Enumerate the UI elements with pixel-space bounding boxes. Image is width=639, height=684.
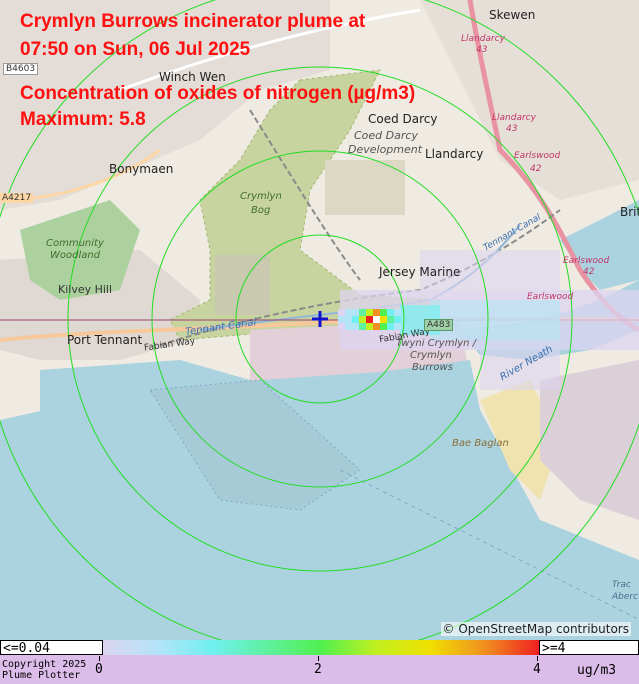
label-brit: Brit [620,205,639,219]
landfill-area [215,255,270,315]
copyright-line2: Plume Plotter [2,670,81,681]
label-twyni-crymlyn-2: Crymlyn [410,350,452,361]
label-skewen: Skewen [489,8,536,22]
plume-cell [380,323,387,330]
plume-cell [359,316,366,323]
label-community-woodland-2: Woodland [50,250,101,261]
plume-cell [338,309,345,316]
label-earlswood-3: Earlswood [563,256,610,266]
label-coed-darcy-development-2: Development [348,143,423,156]
label-bonymaen: Bonymaen [109,162,174,176]
label-num-43b: 43 [506,124,518,134]
legend-tick-mark-2 [318,656,319,661]
maximum-value: Maximum: 5.8 [20,109,146,130]
plume-cell [380,316,387,323]
label-llandarcy-43a: Llandarcy [461,34,505,44]
label-twyni-crymlyn-1: Twyni Crymlyn / [396,338,477,349]
label-crymlyn-bog-1: Crymlyn [240,191,282,202]
label-llandarcy: Llandarcy [425,147,484,161]
label-a4217: A4217 [0,193,34,203]
label-crymlyn-bog-2: Bog [251,205,271,216]
pollutant-title: Concentration of oxides of nitrogen (µg/… [20,83,416,104]
label-num-43a: 43 [476,45,488,55]
plume-cell [373,316,380,323]
copyright-notice: Copyright 2025 Plume Plotter [2,659,86,681]
plume-cell [352,309,359,316]
plume-cell [387,316,394,323]
legend-high-label: >=4 [539,640,639,656]
plume-cell [345,323,352,330]
label-num-42a: 42 [530,164,542,174]
label-port-tennant: Port Tennant [67,333,143,347]
label-coed-darcy-development-1: Coed Darcy [354,129,418,142]
plume-cells [338,309,401,330]
map-title-line1: Crymlyn Burrows incinerator plume at [20,11,366,32]
label-earlswood-2: Earlswood [514,151,561,161]
plume-cell [366,309,373,316]
plume-cell [366,323,373,330]
plume-cell [394,316,401,323]
label-num-42b: 42 [583,267,595,277]
plume-cell [373,309,380,316]
plume-cell [345,309,352,316]
label-twyni-crymlyn-3: Burrows [412,362,453,373]
plume-cell [380,309,387,316]
label-bae-baglan: Bae Baglan [452,438,509,449]
legend-tick-4: 4 [533,662,541,677]
plume-cell [387,309,394,316]
label-earlswood-1: Earlswood [527,292,574,302]
plume-cell [373,323,380,330]
label-community-woodland-1: Community [46,238,104,249]
legend-tick-mark-0 [99,656,100,661]
plume-cell [338,323,345,330]
label-trac: Trac [612,580,631,590]
label-llandarcy-43b: Llandarcy [492,113,536,123]
plume-cell [359,323,366,330]
label-b4603: B4603 [3,63,39,75]
plume-cell [387,323,394,330]
label-aberc: Aberc [612,592,639,602]
plume-cell [394,323,401,330]
coed-darcy-site [325,160,405,215]
plume-cell [366,316,373,323]
legend-units: ug/m3 [577,663,617,678]
plume-cell [352,323,359,330]
map-title-line2: 07:50 on Sun, 06 Jul 2025 [20,39,251,60]
label-a483: A483 [424,319,454,331]
legend-tick-mark-4 [537,656,538,661]
legend-low-label: <=0.04 [0,640,103,656]
osm-attribution[interactable]: © OpenStreetMap contributors [440,622,631,636]
plume-cell [394,309,401,316]
plume-cell [352,316,359,323]
legend-tick-0: 0 [95,662,103,677]
plume-cell [345,316,352,323]
label-coed-darcy: Coed Darcy [368,112,438,126]
legend-tick-2: 2 [314,662,322,677]
plume-cell [359,309,366,316]
copyright-line1: Copyright 2025 [2,659,87,670]
plume-cell [338,316,345,323]
label-jersey-marine: Jersey Marine [379,265,461,279]
label-kilvey-hill: Kilvey Hill [58,283,113,296]
